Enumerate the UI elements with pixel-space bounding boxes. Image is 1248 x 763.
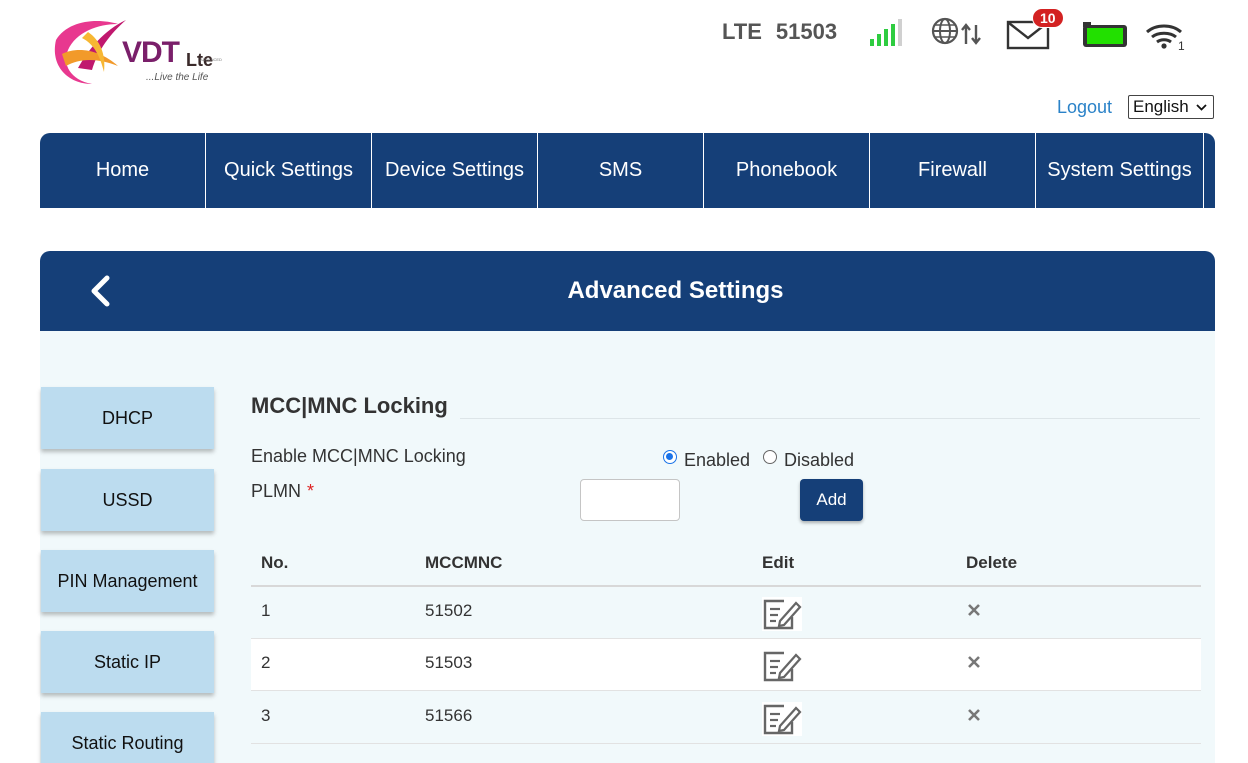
language-select[interactable]: English [1128,95,1214,119]
wifi-client-count: 1 [1178,39,1185,52]
enabled-radio-label: Enabled [684,450,751,470]
network-type: LTE [722,19,762,44]
table-row: 2 51503 [251,639,1201,691]
nav-phonebook[interactable]: Phonebook [704,133,870,208]
disabled-radio[interactable] [763,450,777,464]
operator-code: 51503 [775,19,838,44]
plmn-label: PLMN * [251,481,314,502]
nav-system-settings[interactable]: System Settings [1036,133,1204,208]
brand-name: VDT [122,36,180,69]
add-button[interactable]: Add [800,479,863,521]
sidebar-item-ussd[interactable]: USSD [41,469,214,531]
row-mccmnc: 51566 [425,706,473,725]
table-row: 1 51502 [251,587,1201,639]
main-nav: Home Quick Settings Device Settings SMS … [40,133,1215,208]
plmn-label-text: PLMN [251,481,302,501]
sidebar-item-static-routing[interactable]: Static Routing [41,712,214,763]
nav-quick-settings[interactable]: Quick Settings [206,133,372,208]
row-mccmnc: 51503 [425,653,473,672]
plmn-input[interactable] [580,479,680,521]
wifi-icon: 1 [1146,24,1185,52]
edit-icon[interactable] [762,597,802,631]
network-status: LTE 51503 [722,19,837,45]
table-header-edit: Edit [762,553,795,572]
language-selected: English [1133,97,1189,116]
enabled-radio[interactable] [663,450,677,464]
nav-firewall[interactable]: Firewall [870,133,1036,208]
sidebar-item-dhcp[interactable]: DHCP [41,387,214,449]
nav-sms[interactable]: SMS [538,133,704,208]
nav-device-settings[interactable]: Device Settings [372,133,538,208]
sidebar-item-pin-management[interactable]: PIN Management [41,550,214,612]
row-number: 2 [261,653,271,672]
table-header-no: No. [261,553,289,572]
logout-link[interactable]: Logout [1057,97,1112,118]
required-mark: * [307,481,315,501]
brand-tagline: ...Live the Life [146,72,209,83]
enable-locking-label: Enable MCC|MNC Locking [251,446,466,466]
brand-suffix-small: ADVANCED [200,57,222,62]
delete-icon[interactable] [967,603,981,617]
panel-title: Advanced Settings [567,277,784,304]
row-number: 3 [261,706,271,725]
table-header-mccmnc: MCCMNC [425,553,503,572]
delete-icon[interactable] [967,655,981,669]
sidebar-item-static-ip[interactable]: Static IP [41,631,214,693]
unread-messages-badge: 10 [1032,8,1064,28]
edit-icon[interactable] [762,702,802,736]
edit-icon[interactable] [762,649,802,683]
nav-home[interactable]: Home [40,133,206,208]
battery-icon [1083,22,1127,47]
section-title: MCC|MNC Locking [251,393,448,418]
section-divider [460,418,1200,419]
row-number: 1 [261,601,271,620]
row-mccmnc: 51502 [425,601,473,620]
delete-icon[interactable] [967,708,981,722]
disabled-radio-label: Disabled [784,450,855,470]
internet-data-icon [931,17,981,45]
panel-header: Advanced Settings [40,251,1215,331]
table-row: 3 51566 [251,692,1201,744]
chevron-down-icon [1196,97,1207,124]
table-header-delete: Delete [966,553,1018,572]
signal-strength-icon [870,19,902,46]
